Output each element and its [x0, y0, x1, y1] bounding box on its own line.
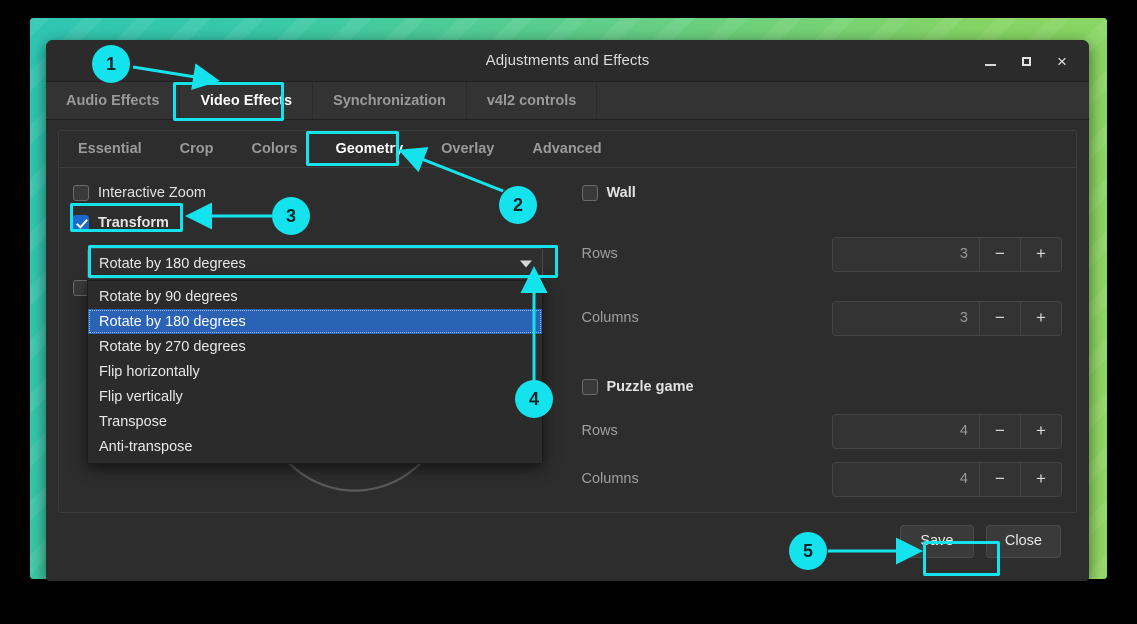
puzzle-columns-label: Columns — [581, 471, 639, 487]
minimize-button[interactable] — [973, 46, 1007, 76]
puzzle-columns-decrement-button[interactable]: − — [979, 462, 1020, 496]
wall-rows-label: Rows — [581, 246, 618, 262]
dropdown-option-rotate-90[interactable]: Rotate by 90 degrees — [88, 284, 542, 309]
dialog-footer: Save Close — [58, 513, 1077, 569]
interactive-zoom-row[interactable]: Interactive Zoom — [73, 180, 554, 206]
wall-rows-stepper[interactable]: 3 − + — [832, 236, 1062, 272]
tab-advanced[interactable]: Advanced — [513, 131, 620, 167]
dropdown-option-flip-vertically[interactable]: Flip vertically — [88, 384, 542, 409]
window-controls: × — [973, 40, 1079, 82]
close-button[interactable]: Close — [985, 524, 1061, 558]
transform-row[interactable]: Transform — [73, 210, 554, 236]
dropdown-option-rotate-270[interactable]: Rotate by 270 degrees — [88, 334, 542, 359]
wall-columns-stepper[interactable]: 3 − + — [832, 300, 1062, 336]
save-button[interactable]: Save — [899, 524, 974, 558]
geometry-right-column: Wall Rows 3 − + Columns 3 − + Puzzle gam… — [568, 168, 1077, 512]
transform-type-dropdown-list: Rotate by 90 degrees Rotate by 180 degre… — [87, 280, 543, 464]
tab-overlay[interactable]: Overlay — [422, 131, 513, 167]
window-title: Adjustments and Effects — [485, 52, 650, 69]
puzzle-rows-label: Rows — [581, 423, 618, 439]
puzzle-game-label: Puzzle game — [606, 379, 694, 395]
tab-video-effects[interactable]: Video Effects — [180, 82, 314, 119]
tab-audio-effects[interactable]: Audio Effects — [46, 82, 181, 119]
wall-checkbox[interactable] — [581, 185, 598, 201]
puzzle-columns-row: Columns 4 − + — [581, 458, 1062, 500]
tab-synchronization[interactable]: Synchronization — [313, 82, 467, 119]
dropdown-option-rotate-180[interactable]: Rotate by 180 degrees — [88, 309, 542, 334]
wall-label: Wall — [606, 185, 636, 201]
transform-type-value: Rotate by 180 degrees — [99, 255, 246, 272]
puzzle-columns-stepper[interactable]: 4 − + — [832, 461, 1062, 497]
secondary-tabbar: Essential Crop Colors Geometry Overlay A… — [59, 131, 1076, 168]
wall-columns-decrement-button[interactable]: − — [979, 301, 1020, 335]
wall-columns-row: Columns 3 − + — [581, 297, 1062, 339]
wall-rows-increment-button[interactable]: + — [1020, 237, 1061, 271]
maximize-button[interactable] — [1009, 46, 1043, 76]
wall-rows-row: Rows 3 − + — [581, 233, 1062, 275]
dropdown-option-flip-horizontally[interactable]: Flip horizontally — [88, 359, 542, 384]
tab-crop[interactable]: Crop — [161, 131, 233, 167]
wall-columns-increment-button[interactable]: + — [1020, 301, 1061, 335]
puzzle-game-row[interactable]: Puzzle game — [581, 374, 1063, 400]
tab-colors[interactable]: Colors — [233, 131, 317, 167]
geometry-left-column: Interactive Zoom Transform Rotate by 180… — [59, 168, 568, 512]
wall-rows-decrement-button[interactable]: − — [979, 237, 1020, 271]
puzzle-rows-increment-button[interactable]: + — [1020, 414, 1061, 448]
transform-type-combobox-wrap: Rotate by 180 degrees Rotate by 90 degre… — [87, 248, 543, 464]
puzzle-rows-row: Rows 4 − + — [581, 410, 1062, 452]
close-window-button[interactable]: × — [1045, 46, 1079, 76]
geometry-content: Interactive Zoom Transform Rotate by 180… — [59, 168, 1076, 512]
puzzle-columns-value[interactable]: 4 — [833, 462, 979, 496]
puzzle-rows-decrement-button[interactable]: − — [979, 414, 1020, 448]
puzzle-game-checkbox[interactable] — [581, 379, 598, 395]
chevron-down-icon[interactable] — [520, 260, 532, 267]
tab-v4l2-controls[interactable]: v4l2 controls — [467, 82, 598, 119]
transform-type-combobox[interactable]: Rotate by 180 degrees — [87, 248, 543, 279]
video-effects-panel: Essential Crop Colors Geometry Overlay A… — [46, 120, 1089, 581]
puzzle-rows-value[interactable]: 4 — [833, 414, 979, 448]
wall-row[interactable]: Wall — [581, 180, 1063, 206]
wall-rows-value[interactable]: 3 — [833, 237, 979, 271]
interactive-zoom-label: Interactive Zoom — [98, 185, 206, 201]
dropdown-option-anti-transpose[interactable]: Anti-transpose — [88, 434, 542, 459]
adjustments-and-effects-window: Adjustments and Effects × Audio Effects … — [46, 40, 1089, 581]
tab-essential[interactable]: Essential — [59, 131, 161, 167]
tabbar-filler — [597, 82, 1089, 119]
tab-geometry[interactable]: Geometry — [316, 131, 422, 167]
primary-tabbar: Audio Effects Video Effects Synchronizat… — [46, 82, 1089, 120]
dropdown-option-transpose[interactable]: Transpose — [88, 409, 542, 434]
interactive-zoom-checkbox[interactable] — [73, 185, 89, 201]
window-titlebar: Adjustments and Effects × — [46, 40, 1089, 82]
puzzle-rows-stepper[interactable]: 4 − + — [832, 413, 1062, 449]
wall-columns-value[interactable]: 3 — [833, 301, 979, 335]
transform-label: Transform — [98, 215, 169, 231]
transform-checkbox[interactable] — [73, 215, 89, 231]
effects-inner-frame: Essential Crop Colors Geometry Overlay A… — [58, 130, 1077, 513]
wall-columns-label: Columns — [581, 310, 639, 326]
screenshot-root: Adjustments and Effects × Audio Effects … — [0, 0, 1137, 624]
puzzle-columns-increment-button[interactable]: + — [1020, 462, 1061, 496]
secondary-tabbar-filler — [621, 131, 1076, 167]
